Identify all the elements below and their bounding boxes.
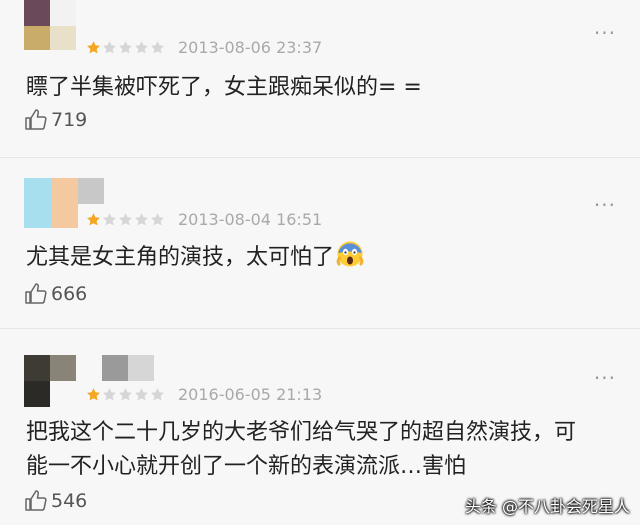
thumbs-up-icon: [25, 109, 47, 130]
star-empty-icon: [103, 213, 116, 226]
rating-stars: [86, 387, 165, 402]
star-empty-icon: [135, 213, 148, 226]
like-count: 546: [51, 490, 88, 512]
like-count: 719: [51, 109, 88, 131]
more-dots-icon[interactable]: ...: [594, 189, 616, 209]
comment-text-line-2: 能一不小心就开创了一个新的表演流派…害怕: [26, 454, 467, 479]
like-button[interactable]: 546: [24, 489, 87, 513]
star-filled-icon: [87, 213, 100, 226]
star-empty-icon: [119, 388, 132, 401]
star-empty-icon: [119, 41, 132, 54]
comment-date: 2013-08-04 16:51: [178, 210, 323, 229]
thumbs-up-icon: [25, 490, 47, 511]
rating-stars: [86, 40, 165, 55]
watermark: 头条 @不八卦会死星人: [464, 497, 630, 516]
star-empty-icon: [135, 388, 148, 401]
star-empty-icon: [103, 388, 116, 401]
like-button[interactable]: 719: [24, 108, 87, 132]
comment-text-line-1: 把我这个二十几岁的大老爷们给气哭了的超自然演技，可: [26, 420, 577, 445]
star-empty-icon: [103, 41, 116, 54]
star-filled-icon: [87, 41, 100, 54]
more-dots-icon[interactable]: ...: [594, 362, 616, 382]
comment-text: 瞟了半集被吓死了，女主跟痴呆似的= =: [26, 75, 422, 100]
star-empty-icon: [119, 213, 132, 226]
comment-item: 2013-08-06 23:37 ... 瞟了半集被吓死了，女主跟痴呆似的= =…: [0, 0, 640, 165]
avatar[interactable]: [24, 0, 76, 50]
comment-date: 2013-08-06 23:37: [178, 38, 323, 57]
more-dots-icon[interactable]: ...: [594, 17, 616, 37]
comment-text: 尤其是女主角的演技，太可怕了: [26, 240, 364, 279]
scream-face-icon: [336, 240, 364, 279]
star-filled-icon: [87, 388, 100, 401]
comment-date: 2016-06-05 21:13: [178, 385, 323, 404]
like-count: 666: [51, 283, 88, 305]
star-empty-icon: [151, 213, 164, 226]
like-button[interactable]: 666: [24, 282, 87, 306]
thumbs-up-icon: [25, 283, 47, 304]
rating-stars: [86, 212, 165, 227]
comment-item: 2013-08-04 16:51 ... 尤其是女主角的演技，太可怕了 666: [0, 158, 640, 328]
star-empty-icon: [151, 388, 164, 401]
star-empty-icon: [151, 41, 164, 54]
comment-text-content: 尤其是女主角的演技，太可怕了: [26, 245, 335, 270]
star-empty-icon: [135, 41, 148, 54]
